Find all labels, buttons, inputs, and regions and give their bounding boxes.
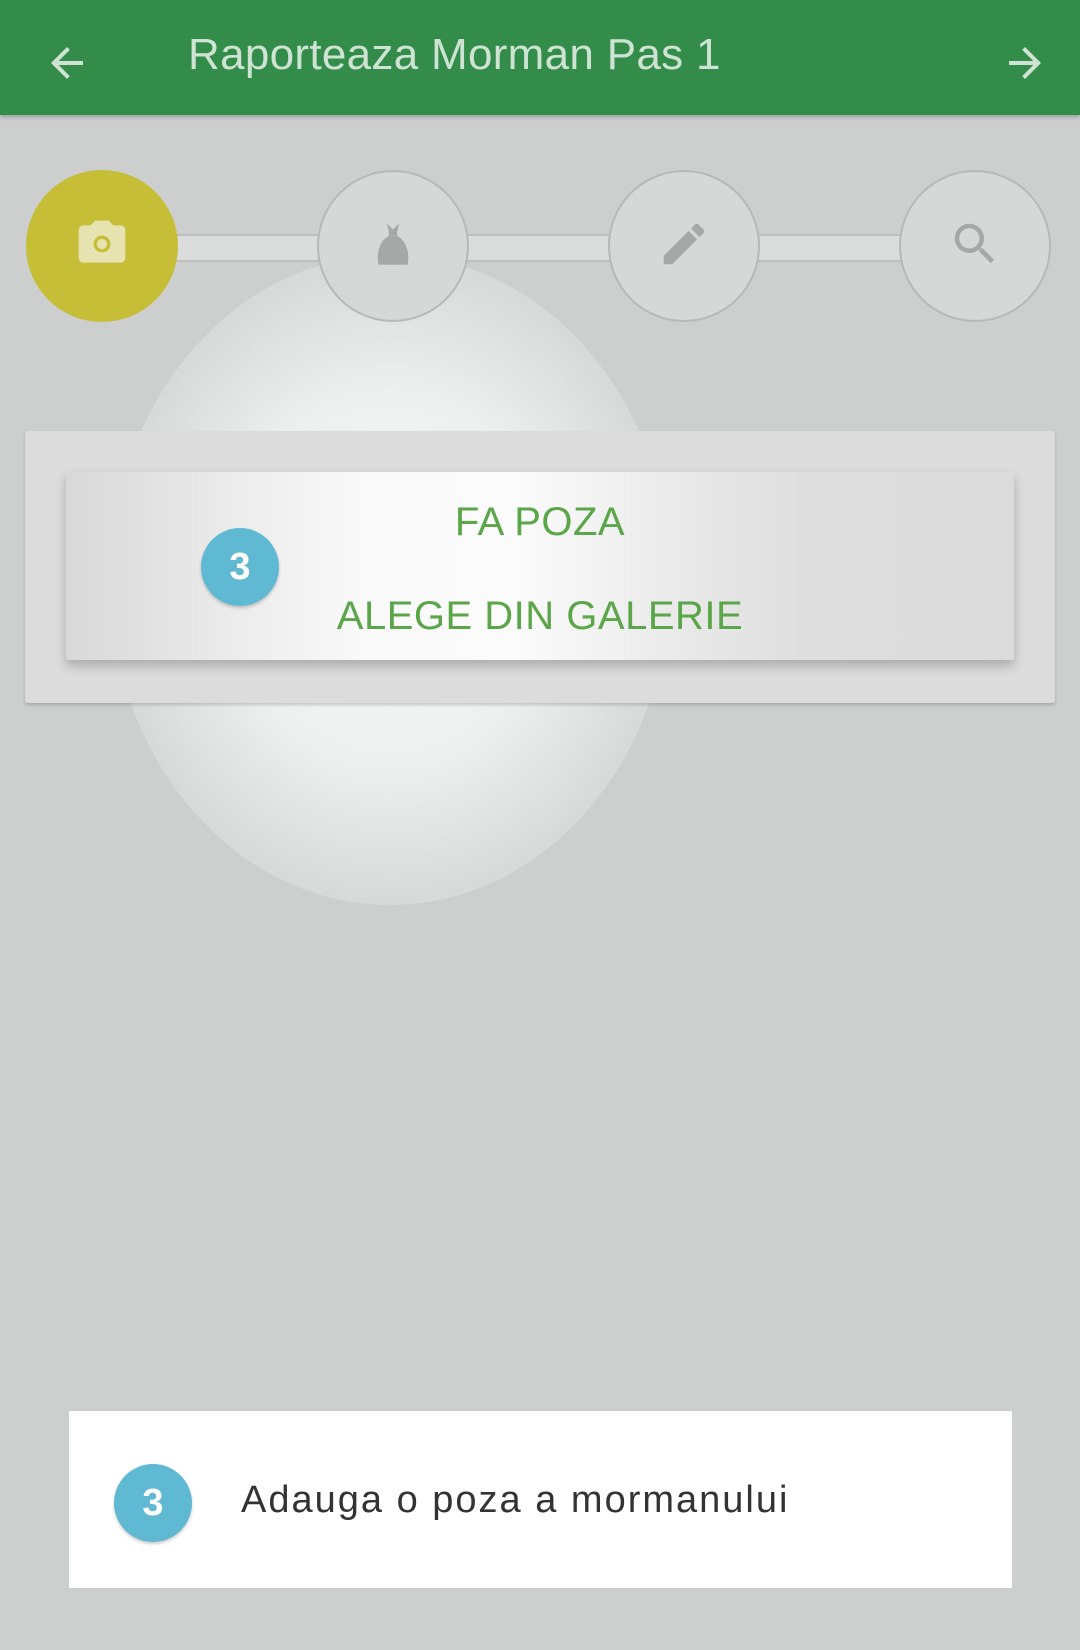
step-progress: [0, 170, 1080, 326]
step-connector: [175, 234, 320, 262]
tutorial-tooltip[interactable]: 3 Adauga o poza a mormanului: [69, 1411, 1012, 1588]
next-button[interactable]: [980, 22, 1070, 108]
step-details[interactable]: [608, 170, 760, 322]
take-photo-button[interactable]: FA POZA: [66, 500, 1014, 545]
step-photo[interactable]: [26, 170, 178, 322]
step-pile[interactable]: [317, 170, 469, 322]
camera-icon: [74, 216, 130, 277]
step-connector: [466, 234, 611, 262]
step-review[interactable]: [899, 170, 1051, 322]
arrow-right-icon: [1001, 39, 1049, 92]
garbage-bag-icon: [368, 217, 418, 276]
tutorial-step-badge: 3: [201, 528, 279, 606]
arrow-left-icon: [43, 39, 91, 92]
pencil-icon: [657, 217, 711, 276]
step-connector: [757, 234, 902, 262]
tooltip-text: Adauga o poza a mormanului: [241, 1479, 790, 1521]
back-button[interactable]: [22, 22, 112, 108]
search-icon: [948, 217, 1002, 276]
tooltip-step-badge: 3: [114, 1464, 192, 1542]
choose-from-gallery-button[interactable]: ALEGE DIN GALERIE: [66, 594, 1014, 639]
page-title: Raporteaza Morman Pas 1: [188, 30, 721, 79]
app-bar: Raporteaza Morman Pas 1: [0, 0, 1080, 115]
